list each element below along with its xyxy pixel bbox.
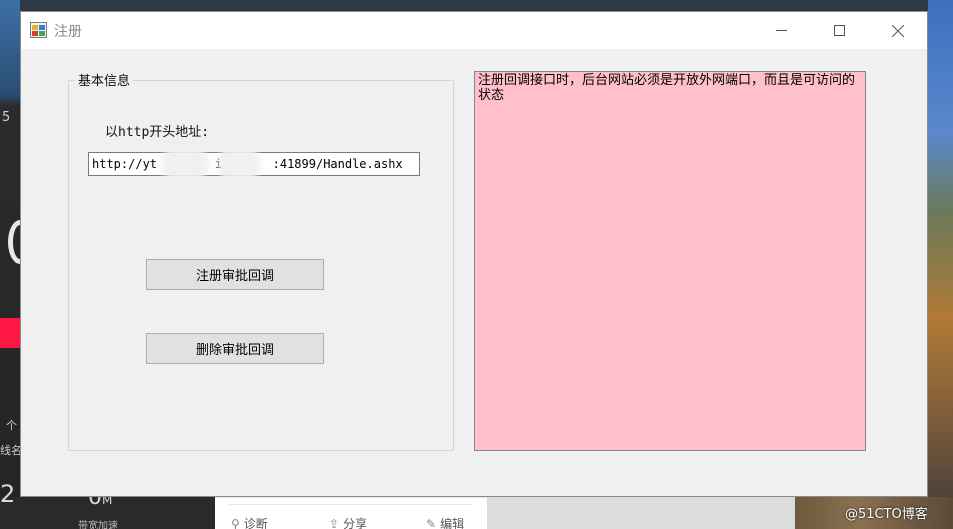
register-callback-button[interactable]: 注册审批回调	[146, 259, 324, 290]
maximize-icon	[833, 25, 845, 36]
desktop-right-strip	[928, 0, 953, 529]
diagnose-action[interactable]: ⚲ 诊断	[231, 515, 268, 529]
delete-callback-button[interactable]: 删除审批回调	[146, 333, 324, 364]
background-card: ⚲ 诊断 ⇪ 分享 ✎ 编辑	[215, 497, 487, 529]
desktop-fragment-text: 5	[2, 110, 11, 125]
register-window: 注册 基本信息 以http开头地址: 注册审批回调 删除审批回调 注册回调接口时…	[20, 11, 928, 497]
window-title: 注册	[54, 24, 82, 40]
diagnose-label: 诊断	[243, 517, 268, 529]
share-label: 分享	[343, 517, 368, 529]
desktop-fragment-caption: 带宽加速	[78, 521, 118, 529]
edit-label: 编辑	[440, 517, 465, 529]
desktop-fragment-number: 2	[0, 480, 16, 508]
share-icon: ⇪	[329, 517, 340, 529]
info-textbox[interactable]: 注册回调接口时，后台网站必须是开放外网端口，而且是可访问的状态	[474, 71, 866, 451]
title-bar[interactable]: 注册	[21, 12, 927, 49]
url-prefix-label: 以http开头地址:	[105, 125, 210, 140]
redaction-blur	[217, 143, 261, 185]
card-divider	[229, 504, 473, 505]
close-icon	[892, 24, 904, 37]
maximize-button[interactable]	[810, 12, 868, 49]
edit-icon: ✎	[426, 517, 437, 529]
desktop-red-strip	[0, 318, 20, 348]
desktop-fragment-text: 线名	[0, 444, 22, 457]
diagnose-icon: ⚲	[231, 517, 240, 529]
share-action[interactable]: ⇪ 分享	[329, 515, 367, 529]
desktop-bottom-gray	[487, 497, 795, 529]
minimize-button[interactable]	[752, 12, 810, 49]
minimize-icon	[775, 30, 787, 31]
desktop-fragment-text: 个	[6, 419, 17, 432]
group-title: 基本信息	[75, 70, 134, 89]
watermark: @51CTO博客	[845, 507, 928, 522]
redaction-blur	[161, 143, 209, 185]
close-button[interactable]	[869, 12, 927, 49]
app-icon	[30, 22, 47, 38]
edit-action[interactable]: ✎ 编辑	[426, 515, 464, 529]
